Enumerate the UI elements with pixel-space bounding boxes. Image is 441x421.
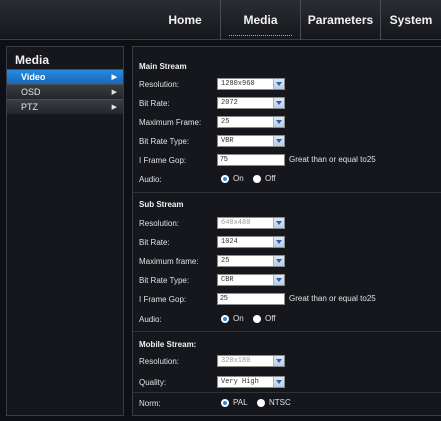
main-audio-on-label: On [233,174,244,183]
main-resolution-select[interactable]: 1280x960 [217,78,285,90]
gop-label: I Frame Gop: [139,156,187,165]
resolution-label: Resolution: [139,80,180,89]
chevron-down-icon[interactable] [273,275,284,285]
main-resolution-value: 1280x960 [221,80,255,88]
video-settings-panel: Main Stream Resolution: 1280x960 Bit Rat… [132,46,441,416]
norm-label: Norm: [139,399,161,408]
sidebar-item-ptz[interactable]: PTZ ▶ [7,99,123,114]
chevron-down-icon[interactable] [273,377,284,387]
main-bitrate-select[interactable]: 2072 [217,97,285,109]
chevron-right-icon: ▶ [111,89,117,96]
maxframe-label: Maximum Frame: [139,118,202,127]
mobile-quality-value: Very High [221,378,259,386]
bitratetype-label: Bit Rate Type: [139,276,190,285]
tab-system[interactable]: System [380,0,441,40]
chevron-down-icon[interactable] [273,356,284,366]
bitrate-label: Bit Rate: [139,238,170,247]
mobile-resolution-select[interactable]: 320x180 [217,355,285,367]
sidebar-item-label: Video [21,72,46,82]
gop-label: I Frame Gop: [139,295,187,304]
sidebar: Media Video ▶ OSD ▶ PTZ ▶ [6,46,124,416]
chevron-down-icon[interactable] [273,256,284,266]
main-bitratetype-value: VBR [221,137,234,145]
gop-hint: Great than or equal to25 [289,294,376,303]
norm-pal-label: PAL [233,398,248,407]
resolution-label: Resolution: [139,357,180,366]
sidebar-item-video[interactable]: Video ▶ [7,69,123,84]
audio-label: Audio: [139,175,162,184]
chevron-down-icon[interactable] [273,79,284,89]
main-maxframe-value: 25 [221,118,230,126]
sidebar-item-label: PTZ [21,102,38,112]
main-bitrate-value: 2072 [221,99,238,107]
main-stream-title: Main Stream [139,62,187,71]
sub-audio-off-radio[interactable] [253,315,261,323]
maxframe-label: Maximum frame: [139,257,199,266]
mobile-resolution-value: 320x180 [221,357,251,365]
divider [133,392,441,393]
sub-audio-on-label: On [233,314,244,323]
sub-gop-input[interactable]: 25 [217,293,285,305]
norm-pal-radio[interactable] [221,399,229,407]
mobile-quality-select[interactable]: Very High [217,376,285,388]
resolution-label: Resolution: [139,219,180,228]
tab-media[interactable]: Media [220,0,300,40]
chevron-down-icon[interactable] [273,237,284,247]
gop-hint: Great than or equal to25 [289,155,376,164]
main-audio-off-label: Off [265,174,276,183]
sidebar-title: Media [15,53,50,67]
main-gop-input[interactable]: 75 [217,154,285,166]
norm-ntsc-radio[interactable] [257,399,265,407]
sub-audio-off-label: Off [265,314,276,323]
chevron-right-icon: ▶ [111,104,117,111]
sub-maxframe-select[interactable]: 25 [217,255,285,267]
tab-home[interactable]: Home [150,0,220,40]
quality-label: Quality: [139,378,167,387]
sub-audio-on-radio[interactable] [221,315,229,323]
top-navigation: Home Media Parameters System [0,0,441,40]
sub-bitratetype-select[interactable]: CBR [217,274,285,286]
sub-maxframe-value: 25 [221,257,230,265]
tab-parameters[interactable]: Parameters [300,0,380,40]
chevron-down-icon[interactable] [273,218,284,228]
main-bitratetype-select[interactable]: VBR [217,135,285,147]
norm-ntsc-label: NTSC [269,398,291,407]
bitratetype-label: Bit Rate Type: [139,137,190,146]
sub-resolution-value: 640x480 [221,219,251,227]
sidebar-item-label: OSD [21,87,41,97]
chevron-down-icon[interactable] [273,117,284,127]
chevron-down-icon[interactable] [273,136,284,146]
mobile-stream-title: Mobile Stream: [139,340,197,349]
active-tab-indicator [229,35,292,36]
audio-label: Audio: [139,315,162,324]
divider [133,331,441,332]
main-audio-on-radio[interactable] [221,175,229,183]
sub-stream-title: Sub Stream [139,200,184,209]
main-audio-off-radio[interactable] [253,175,261,183]
sub-resolution-select[interactable]: 640x480 [217,217,285,229]
chevron-right-icon: ▶ [111,74,117,81]
tab-media-label: Media [243,13,278,27]
sidebar-item-osd[interactable]: OSD ▶ [7,84,123,99]
divider [133,192,441,193]
bitrate-label: Bit Rate: [139,99,170,108]
sub-bitratetype-value: CBR [221,276,234,284]
sub-bitrate-select[interactable]: 1024 [217,236,285,248]
chevron-down-icon[interactable] [273,98,284,108]
main-maxframe-select[interactable]: 25 [217,116,285,128]
sub-bitrate-value: 1024 [221,238,238,246]
